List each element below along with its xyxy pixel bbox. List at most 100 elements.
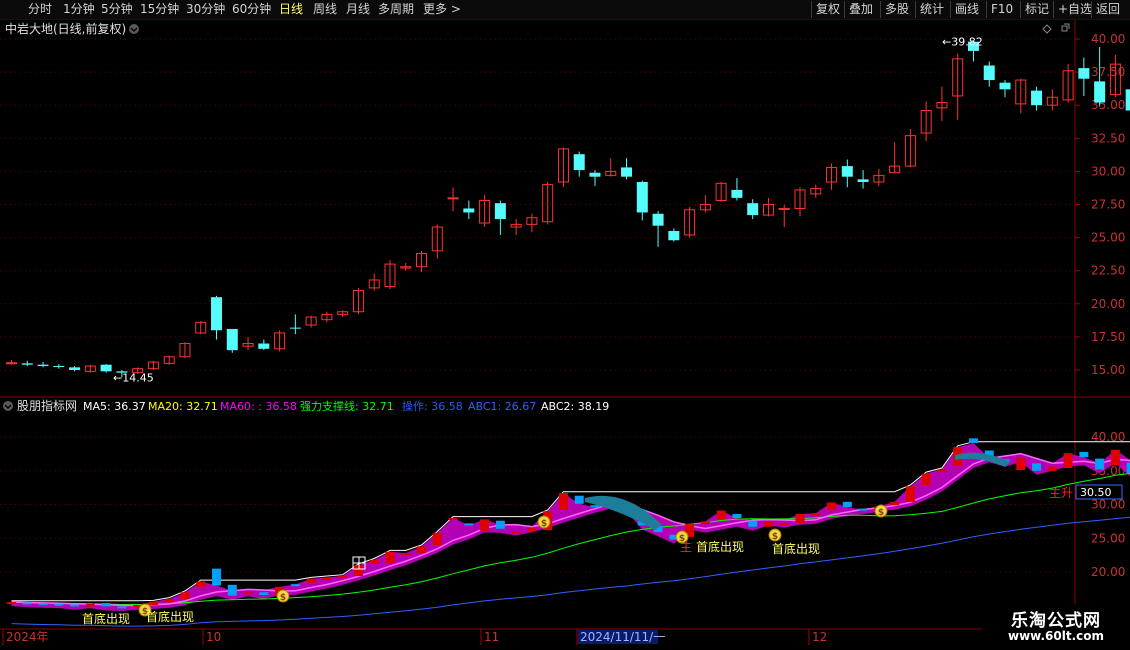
indicator-candle (480, 519, 490, 531)
main-short-label: 主 (680, 540, 692, 554)
candle-body (69, 367, 81, 370)
candle-body (636, 181, 648, 213)
indicator-candle (1079, 451, 1089, 458)
period-tab-10[interactable]: 更多 > (423, 1, 461, 18)
candle-body (258, 343, 270, 349)
price-tick-label: 15.00 (1091, 363, 1125, 377)
toolbar-separator (950, 1, 951, 18)
toolbar-button-3[interactable]: 统计 (920, 1, 944, 18)
indicator-candle (22, 602, 32, 605)
indicator-candle (842, 501, 852, 508)
toolbar-button-4[interactable]: 画线 (955, 1, 979, 18)
candle-body (1125, 89, 1130, 111)
indicator-candle (1095, 458, 1105, 470)
indicator-tick-label: 30.00 (1091, 498, 1125, 512)
indicator-candle (401, 553, 411, 556)
indicator-legend-item: ABC2: 38.19 (541, 400, 609, 413)
toolbar-button-6[interactable]: 标记 (1025, 1, 1049, 18)
period-tab-5[interactable]: 60分钟 (232, 1, 271, 18)
candle-body (21, 363, 33, 365)
candle-body (6, 362, 17, 365)
bottom-signal-label: 首底出现 (772, 541, 820, 556)
indicator-legend-item: 操作: 36.58 (402, 399, 463, 413)
period-tab-7[interactable]: 周线 (313, 1, 337, 18)
indicator-candle (227, 584, 237, 596)
indicator-candle (700, 521, 710, 525)
period-tab-3[interactable]: 15分钟 (140, 1, 179, 18)
period-tab-2[interactable]: 5分钟 (101, 1, 133, 18)
indicator-candle (890, 501, 900, 506)
indicator-candle (164, 599, 174, 603)
bottom-signal-label: 首底出现 (82, 611, 130, 626)
indicator-candle (259, 592, 269, 595)
bottom-signal-label: 首底出现 (696, 539, 744, 554)
indicator-candle (448, 518, 458, 520)
period-tab-6[interactable]: 日线 (279, 1, 303, 18)
price-tick-label: 32.50 (1091, 131, 1125, 145)
indicator-candle (1032, 463, 1042, 471)
candle-body (211, 297, 223, 331)
price-tick-label: 20.00 (1091, 297, 1125, 311)
watermark-url: www.60lt.com (1007, 629, 1105, 643)
toolbar-button-8[interactable]: 返回 (1096, 1, 1120, 18)
candle-body (494, 203, 506, 220)
indicator-candle (385, 551, 395, 564)
price-tick-label: 22.50 (1091, 264, 1125, 278)
indicator-candle (827, 502, 837, 510)
indicator-candle (85, 603, 95, 607)
price-tick-label: 25.00 (1091, 231, 1125, 245)
coin-icon-glyph: $ (541, 519, 547, 529)
date-axis-label: 2024/11/11/一 (580, 630, 665, 644)
indicator-candle (101, 603, 111, 607)
indicator-candle (574, 495, 584, 504)
period-tab-9[interactable]: 多周期 (378, 1, 414, 18)
coin-icon-glyph: $ (280, 593, 286, 603)
indicator-candle (417, 546, 427, 554)
indicator-candle (7, 602, 16, 605)
toolbar-separator (1053, 1, 1054, 18)
candle-body (999, 82, 1011, 90)
bottom-signal-label: 首底出现 (146, 609, 194, 624)
price-low-annotation: ←14.45 (113, 371, 154, 384)
stock-title: 中岩大地(日线,前复权) (5, 21, 126, 36)
price-tick-label: 40.00 (1091, 32, 1125, 46)
indicator-candle (590, 505, 600, 508)
indicator-candle (1047, 466, 1057, 471)
date-axis-label: 2024年 (6, 630, 49, 644)
candle-body (1078, 68, 1090, 79)
indicator-candle (1016, 457, 1026, 471)
indicator-candle (243, 592, 253, 595)
toolbar-separator (986, 1, 987, 18)
candle-body (289, 327, 301, 329)
indicator-candle (905, 486, 915, 502)
toolbar-button-2[interactable]: 多股 (885, 1, 909, 18)
indicator-candle (369, 559, 379, 564)
period-tab-1[interactable]: 1分钟 (63, 1, 95, 18)
indicator-tick-label: 25.00 (1091, 531, 1125, 545)
indicator-candle (921, 473, 931, 485)
indicator-candle (212, 568, 222, 586)
toolbar-button-1[interactable]: 叠加 (849, 1, 873, 18)
indicator-candle (858, 508, 868, 511)
indicator-candle (811, 513, 821, 516)
watermark-title: 乐淘公式网 (1011, 611, 1101, 631)
candle-body (100, 364, 112, 372)
toolbar-button-5[interactable]: F10 (991, 1, 1013, 18)
indicator-candle (353, 565, 363, 577)
indicator-candle (117, 606, 127, 609)
indicator-candle (1063, 453, 1073, 469)
period-toolbar: 分时 1分钟 5分钟 15分钟 30分钟 60分钟 日线 周线 月线 多周期 更多 > 复权 叠加 多股统… (0, 0, 1130, 20)
indicator-legend-item: 强力支撑线: 32.71 (300, 399, 394, 413)
period-tab-8[interactable]: 月线 (346, 1, 370, 18)
indicator-candle (322, 577, 332, 581)
price-tick-label: 27.50 (1091, 198, 1125, 212)
period-tab-4[interactable]: 30分钟 (186, 1, 225, 18)
toolbar-button-0[interactable]: 复权 (816, 1, 840, 18)
indicator-legend-item: MA5: 36.37 (83, 400, 146, 413)
period-tab-0[interactable]: 分时 (28, 1, 52, 18)
toolbar-button-7[interactable]: +自选 (1058, 1, 1092, 18)
toolbar-separator (915, 1, 916, 18)
candle-body (53, 366, 65, 368)
candle-body (37, 364, 49, 367)
indicator-legend-item: ABC1: 26.67 (468, 400, 536, 413)
